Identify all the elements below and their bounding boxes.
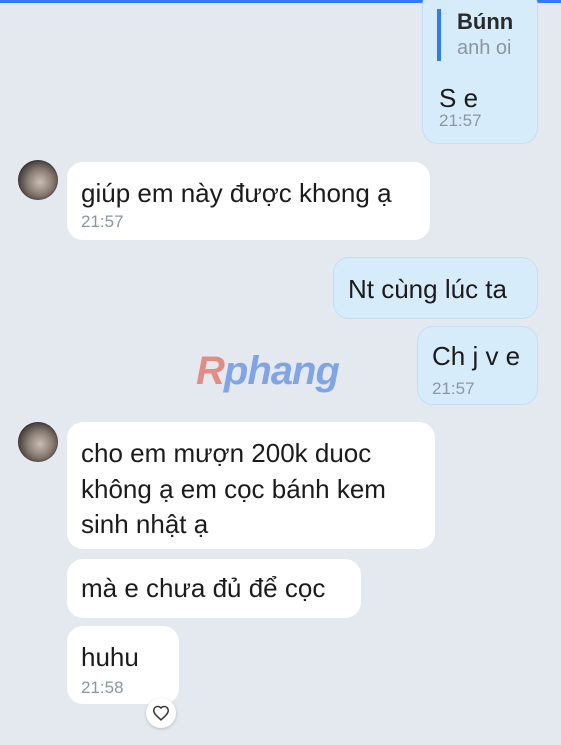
- message-text: S e: [439, 83, 479, 113]
- outgoing-message[interactable]: Nt cùng lúc ta: [333, 257, 538, 319]
- message-text: mà e chưa đủ để cọc: [81, 573, 326, 603]
- reply-quote[interactable]: Bún‍n anh oi: [437, 9, 513, 61]
- incoming-message[interactable]: mà e chưa đủ để cọc: [67, 559, 361, 618]
- message-time: 21:58: [81, 678, 124, 697]
- message-line: sinh nhật ạ: [81, 509, 209, 539]
- message-text: Ch j v e: [432, 341, 521, 371]
- message-line: cho em mượn 200k duoc: [81, 438, 372, 468]
- message-time: 21:57: [81, 212, 124, 231]
- reply-quote-sender: Bún‍n: [457, 9, 514, 34]
- message-time: 21:57: [439, 111, 482, 130]
- contact-avatar[interactable]: [18, 422, 58, 462]
- incoming-message[interactable]: cho em mượn 200k duoc không ạ em cọc bán…: [67, 422, 435, 549]
- incoming-message[interactable]: huhu 21:58: [67, 626, 179, 704]
- reaction-button[interactable]: [146, 698, 176, 728]
- reply-quote-text: anh oi: [457, 37, 512, 59]
- outgoing-message[interactable]: Ch j v e 21:57: [417, 326, 538, 405]
- outgoing-message-reply[interactable]: Bún‍n anh oi S e 21:57: [422, 0, 538, 144]
- message-line: không ạ em cọc bánh kem: [81, 474, 386, 504]
- message-text: Nt cùng lúc ta: [348, 274, 507, 304]
- message-time: 21:57: [432, 379, 475, 398]
- contact-avatar[interactable]: [18, 160, 58, 200]
- message-text: giúp em này được khong ạ: [81, 178, 392, 208]
- watermark-logo: Rphang: [196, 349, 340, 393]
- heart-outline-icon: [152, 705, 170, 721]
- message-text: huhu: [81, 642, 139, 672]
- incoming-message[interactable]: giúp em này được khong ạ 21:57: [67, 162, 430, 240]
